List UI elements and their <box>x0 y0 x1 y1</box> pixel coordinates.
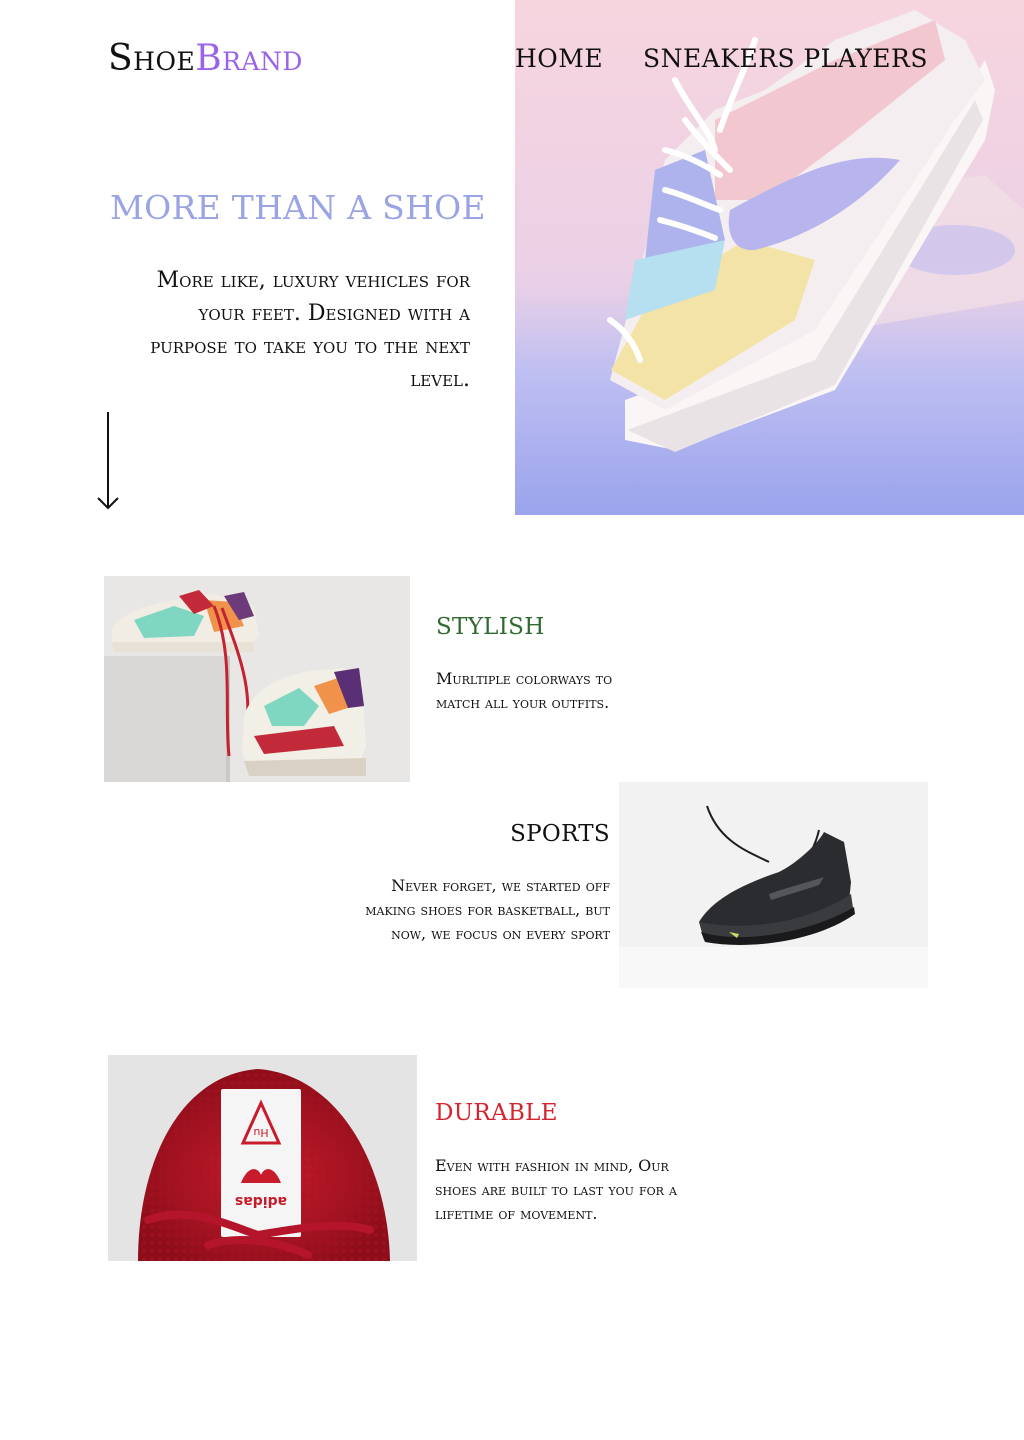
nav-link-sneakers[interactable]: SNEAKERS <box>643 44 795 73</box>
svg-text:Hu: Hu <box>253 1126 268 1139</box>
sports-title: SPORTS <box>510 821 610 847</box>
hero-title: MORE THAN A SHOE <box>110 188 486 227</box>
red-knit-shoe-photo-icon: Hu adidas <box>108 1055 417 1261</box>
durable-feature-image: Hu adidas <box>108 1055 417 1261</box>
svg-text:adidas: adidas <box>235 1193 287 1209</box>
durable-title: DURABLE <box>435 1100 558 1126</box>
nav-link-home[interactable]: HOME <box>515 44 603 73</box>
hero-description: More like, luxury vehicles for your feet… <box>150 268 470 392</box>
main-nav: HOME SNEAKERS PLAYERS <box>515 44 928 84</box>
nav-link-players[interactable]: PLAYERS <box>803 44 928 73</box>
colorful-sneakers-photo-icon <box>104 576 410 782</box>
brand-logo[interactable]: ShoeBrand <box>108 38 303 79</box>
durable-description: Even with fashion in mind, Our shoes are… <box>435 1156 677 1223</box>
sports-feature-image <box>619 782 928 988</box>
sports-description: Never forget, we started off making shoe… <box>365 876 610 943</box>
black-basketball-shoe-photo-icon <box>619 782 928 988</box>
stylish-description: Murltiple colorways to match all your ou… <box>436 669 613 712</box>
logo-text-brand: Brand <box>195 38 303 79</box>
stylish-feature-image <box>104 576 410 782</box>
stylish-title: STYLISH <box>436 614 545 640</box>
arrow-down-icon[interactable] <box>96 410 120 512</box>
logo-text-shoe: Shoe <box>108 38 196 79</box>
